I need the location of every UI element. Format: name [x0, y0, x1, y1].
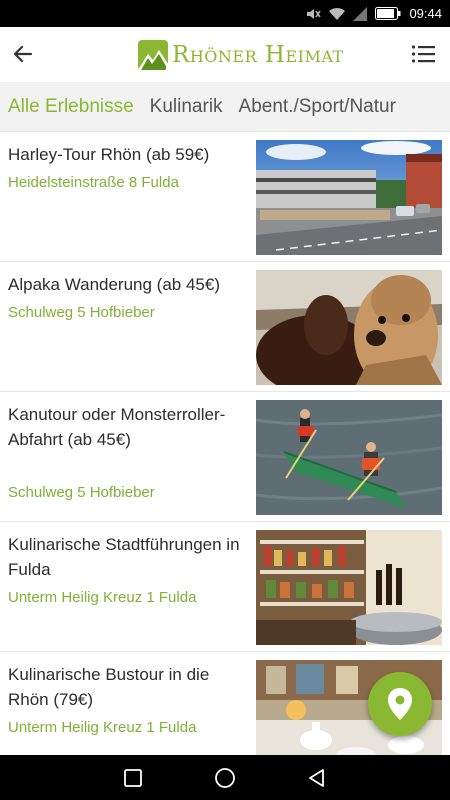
item-address: Schulweg 5 Hofbieber [8, 304, 155, 321]
mute-icon [305, 7, 322, 21]
item-address: Unterm Heilig Kreuz 1 Fulda [8, 589, 197, 606]
item-title: Kanutour oder Monsterroller-Abfahrt (ab … [8, 405, 226, 449]
map-pin-icon [388, 688, 412, 720]
item-thumbnail [256, 140, 442, 255]
home-button[interactable] [210, 763, 240, 793]
app-logo: Rhöner Heimat [138, 39, 344, 71]
experience-list: Harley-Tour Rhön (ab 59€) Heidelsteinstr… [0, 132, 450, 755]
system-nav-bar [0, 755, 450, 800]
list-menu-icon [411, 45, 435, 63]
item-title: Kulinarische Stadtführungen in Fulda [8, 535, 240, 579]
item-address: Heidelsteinstraße 8 Fulda [8, 174, 179, 191]
app-title: Rhöner Heimat [172, 42, 344, 68]
list-item[interactable]: Alpaka Wanderung (ab 45€) Schulweg 5 Hof… [0, 262, 450, 392]
item-address: Unterm Heilig Kreuz 1 Fulda [8, 719, 197, 736]
triangle-back-icon [309, 768, 324, 787]
item-title: Kulinarische Bustour in die Rhön (79€) [8, 665, 210, 709]
menu-button[interactable] [408, 39, 438, 69]
item-thumbnail [256, 530, 442, 645]
list-item[interactable]: Kanutour oder Monsterroller-Abfahrt (ab … [0, 392, 450, 522]
tab-kulinarik[interactable]: Kulinarik [142, 96, 231, 118]
system-back-button[interactable] [302, 763, 332, 793]
arrow-left-icon [13, 45, 33, 63]
wifi-icon [329, 7, 346, 21]
list-item[interactable]: Kulinarische Stadtführungen in Fulda Unt… [0, 522, 450, 652]
tab-alle-erlebnisse[interactable]: Alle Erlebnisse [0, 96, 142, 118]
back-button[interactable] [8, 39, 38, 69]
recent-apps-button[interactable] [118, 763, 148, 793]
signal-icon [353, 6, 368, 21]
status-bar: 09:44 [0, 0, 450, 27]
status-time: 09:44 [409, 6, 442, 21]
mountain-logo-icon [138, 40, 168, 70]
item-thumbnail [256, 400, 442, 515]
battery-icon [375, 7, 401, 20]
item-address: Schulweg 5 Hofbieber [8, 484, 155, 501]
circle-icon [215, 767, 235, 788]
item-thumbnail [256, 270, 442, 385]
app-bar: Rhöner Heimat [0, 27, 450, 82]
category-tabs: Alle Erlebnisse Kulinarik Abent./Sport/N… [0, 82, 450, 132]
map-fab-button[interactable] [368, 672, 432, 736]
item-title: Alpaka Wanderung (ab 45€) [8, 275, 221, 294]
square-icon [124, 768, 142, 787]
item-title: Harley-Tour Rhön (ab 59€) [8, 145, 210, 164]
list-item[interactable]: Harley-Tour Rhön (ab 59€) Heidelsteinstr… [0, 132, 450, 262]
tab-abenteuer-sport-natur[interactable]: Abent./Sport/Natur [231, 96, 404, 118]
